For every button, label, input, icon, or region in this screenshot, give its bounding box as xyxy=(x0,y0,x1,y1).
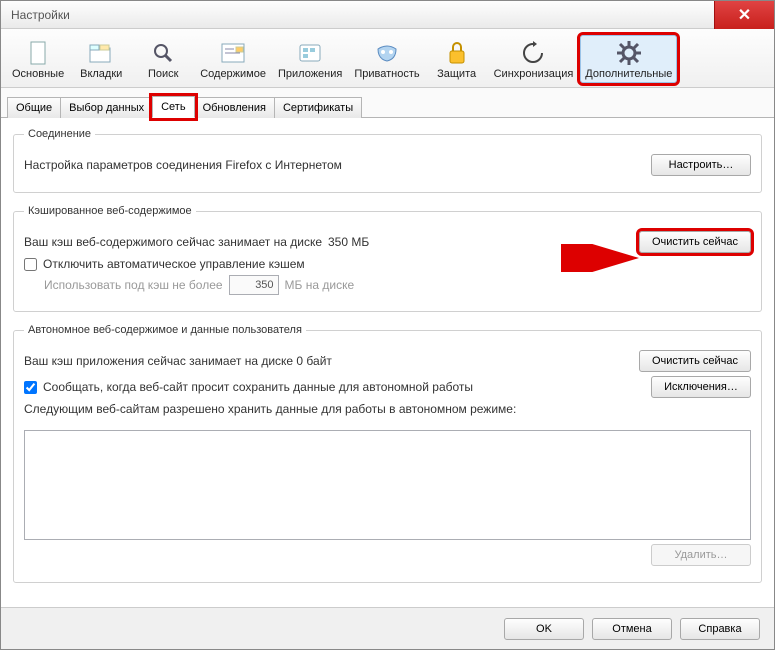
toolbar-content-label: Содержимое xyxy=(200,68,266,80)
offline-sites-label: Следующим веб-сайтам разрешено хранить д… xyxy=(24,402,751,416)
apps-icon xyxy=(296,40,324,66)
toolbar-privacy-label: Приватность xyxy=(354,68,419,80)
toolbar-sync-label: Синхронизация xyxy=(494,68,574,80)
cache-section: Кэшированное веб-содержимое Ваш кэш веб-… xyxy=(13,205,762,312)
lock-icon xyxy=(443,40,471,66)
cache-limit-label-pre: Использовать под кэш не более xyxy=(44,278,223,292)
override-cache-label[interactable]: Отключить автоматическое управление кэше… xyxy=(43,257,305,271)
ok-button[interactable]: OK xyxy=(504,618,584,640)
close-button[interactable]: ✕ xyxy=(714,1,774,29)
toolbar-privacy[interactable]: Приватность xyxy=(349,35,424,83)
toolbar-tabs[interactable]: Вкладки xyxy=(71,35,131,83)
toolbar-tabs-label: Вкладки xyxy=(80,68,122,80)
toolbar-security-label: Защита xyxy=(437,68,476,80)
cache-legend: Кэшированное веб-содержимое xyxy=(24,205,196,217)
offline-legend: Автономное веб-содержимое и данные польз… xyxy=(24,324,306,336)
tab-data-choices[interactable]: Выбор данных xyxy=(60,97,153,118)
toolbar-general[interactable]: Основные xyxy=(7,35,69,83)
cancel-button[interactable]: Отмена xyxy=(592,618,672,640)
mask-icon xyxy=(373,40,401,66)
toolbar-apps-label: Приложения xyxy=(278,68,342,80)
tab-network[interactable]: Сеть xyxy=(152,96,194,118)
connection-settings-button[interactable]: Настроить… xyxy=(651,154,751,176)
content-icon xyxy=(219,40,247,66)
tab-updates[interactable]: Обновления xyxy=(194,97,275,118)
page-icon xyxy=(24,40,52,66)
offline-section: Автономное веб-содержимое и данные польз… xyxy=(13,324,762,583)
toolbar-advanced-label: Дополнительные xyxy=(585,68,672,80)
override-cache-checkbox[interactable] xyxy=(24,258,37,271)
tabbar: Общие Выбор данных Сеть Обновления Серти… xyxy=(1,88,774,118)
offline-clear-button[interactable]: Очистить сейчас xyxy=(639,350,751,372)
toolbar-advanced[interactable]: Дополнительные xyxy=(580,35,677,83)
offline-notify-label[interactable]: Сообщать, когда веб-сайт просит сохранит… xyxy=(43,380,473,394)
toolbar-sync[interactable]: Синхронизация xyxy=(489,35,579,83)
content-area: Соединение Настройка параметров соединен… xyxy=(1,118,774,628)
gear-icon xyxy=(615,40,643,66)
offline-exceptions-button[interactable]: Исключения… xyxy=(651,376,751,398)
bottom-bar: OK Отмена Справка xyxy=(1,607,774,649)
close-icon: ✕ xyxy=(738,5,751,25)
connection-section: Соединение Настройка параметров соединен… xyxy=(13,128,762,193)
window-title: Настройки xyxy=(11,8,70,22)
toolbar-content[interactable]: Содержимое xyxy=(195,35,271,83)
offline-text: Ваш кэш приложения сейчас занимает на ди… xyxy=(24,354,629,368)
offline-remove-button: Удалить… xyxy=(651,544,751,566)
offline-notify-checkbox[interactable] xyxy=(24,381,37,394)
toolbar-apps[interactable]: Приложения xyxy=(273,35,347,83)
tab-certs[interactable]: Сертификаты xyxy=(274,97,362,118)
toolbar-security[interactable]: Защита xyxy=(427,35,487,83)
cache-limit-label-post: МБ на диске xyxy=(285,278,355,292)
tabs-icon xyxy=(87,40,115,66)
sync-icon xyxy=(519,40,547,66)
toolbar-search-label: Поиск xyxy=(148,68,178,80)
tab-general[interactable]: Общие xyxy=(7,97,61,118)
cache-size-text: Ваш кэш веб-содержимого сейчас занимает … xyxy=(24,235,629,249)
cache-limit-input[interactable] xyxy=(229,275,279,295)
titlebar: Настройки ✕ xyxy=(1,1,774,29)
cache-clear-button[interactable]: Очистить сейчас xyxy=(639,231,751,253)
toolbar-search[interactable]: Поиск xyxy=(133,35,193,83)
connection-text: Настройка параметров соединения Firefox … xyxy=(24,158,641,172)
search-icon xyxy=(149,40,177,66)
toolbar: Основные Вкладки Поиск Содержимое Прилож… xyxy=(1,29,774,88)
connection-legend: Соединение xyxy=(24,128,95,140)
toolbar-general-label: Основные xyxy=(12,68,64,80)
help-button[interactable]: Справка xyxy=(680,618,760,640)
offline-sites-list[interactable] xyxy=(24,430,751,540)
